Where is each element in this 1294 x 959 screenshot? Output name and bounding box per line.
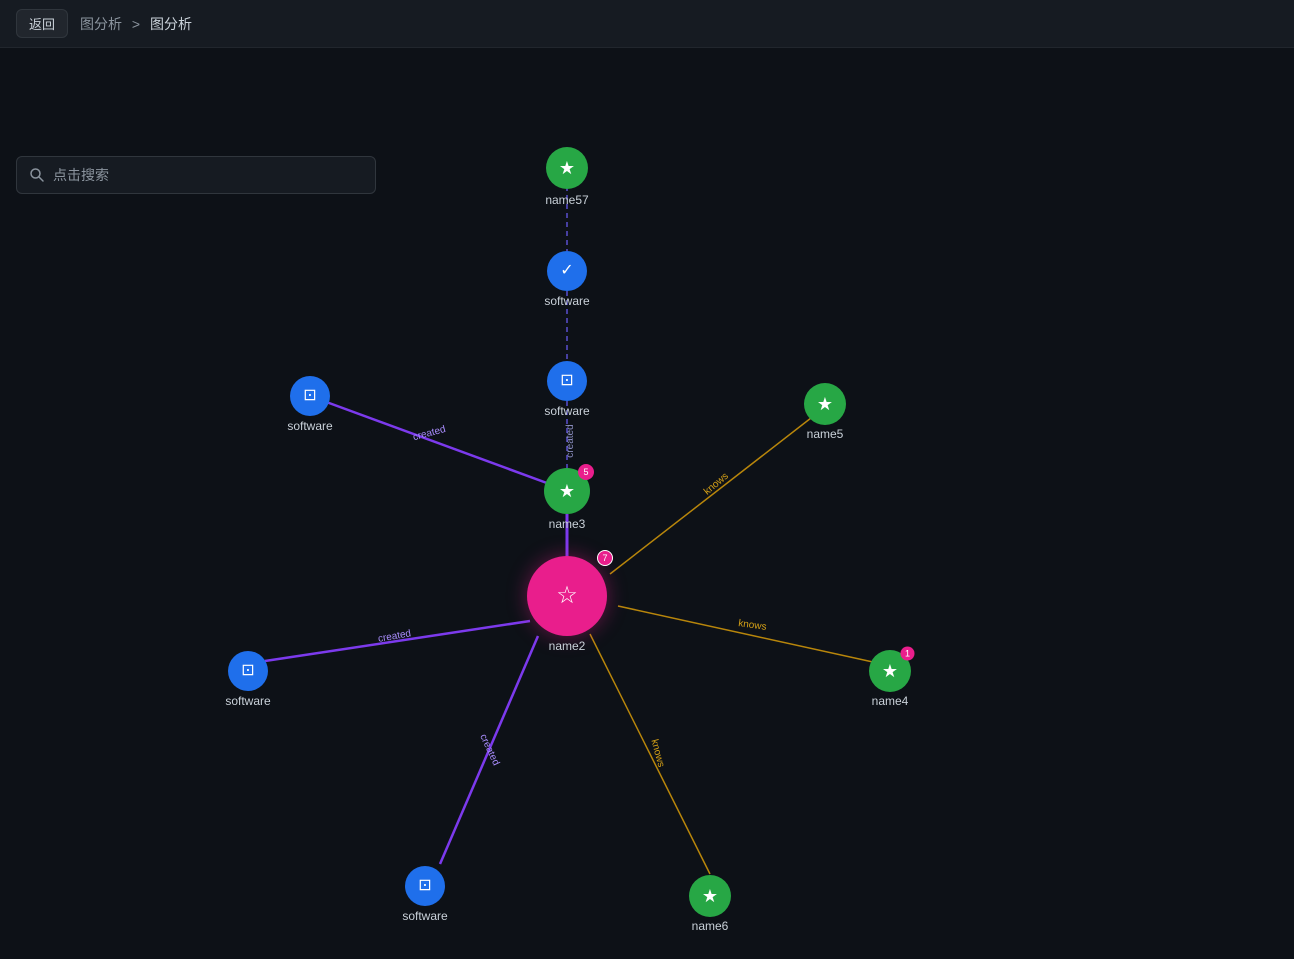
edge-label-created-top: created	[565, 424, 576, 457]
node-software-sw[interactable]: ⊡	[228, 651, 268, 691]
node-name3[interactable]: ★ 5	[544, 468, 590, 514]
node-software2[interactable]: ⊡	[547, 361, 587, 401]
node-name4[interactable]: ★ 1	[869, 650, 911, 692]
edge-label-created-bottom: created	[477, 733, 501, 768]
star-icon-name2: ☆	[556, 584, 578, 608]
badge-name3: 5	[578, 464, 594, 480]
graph-edges: created created created knows knows know…	[0, 96, 1294, 959]
check-icon-software-top: ✓	[560, 263, 573, 279]
breadcrumb: 图分析 > 图分析	[80, 14, 192, 34]
node-software-bottom[interactable]: ⊡	[405, 866, 445, 906]
badge-name4: 1	[901, 647, 915, 661]
node-software-left[interactable]: ⊡	[290, 376, 330, 416]
star-icon-name6: ★	[702, 887, 718, 905]
bookmark-icon-software-bottom: ⊡	[418, 878, 431, 894]
topbar: 返回 图分析 > 图分析	[0, 0, 1294, 48]
star-icon-name5: ★	[817, 395, 833, 413]
star-icon-name57: ★	[559, 159, 575, 177]
bookmark-icon-software-sw: ⊡	[241, 663, 254, 679]
breadcrumb-sep: >	[132, 16, 140, 32]
node-name57[interactable]: ★	[546, 147, 588, 189]
breadcrumb-current: 图分析	[150, 16, 192, 32]
back-button[interactable]: 返回	[16, 9, 68, 38]
badge-name2: 7	[597, 550, 613, 566]
edge-label-knows-name4: knows	[738, 618, 768, 633]
bookmark-icon-software2: ⊡	[560, 373, 573, 389]
node-name5[interactable]: ★	[804, 383, 846, 425]
breadcrumb-parent: 图分析	[80, 16, 122, 32]
edge-label-knows-name6: knows	[648, 738, 666, 768]
node-software-top[interactable]: ✓	[547, 251, 587, 291]
star-icon-name3: ★	[559, 482, 575, 500]
node-name2[interactable]: ☆ 7	[527, 556, 607, 636]
bookmark-icon-software-left: ⊡	[303, 388, 316, 404]
star-icon-name4: ★	[882, 662, 898, 680]
graph-area: 点击搜索 created created created knows knows…	[0, 96, 1294, 959]
